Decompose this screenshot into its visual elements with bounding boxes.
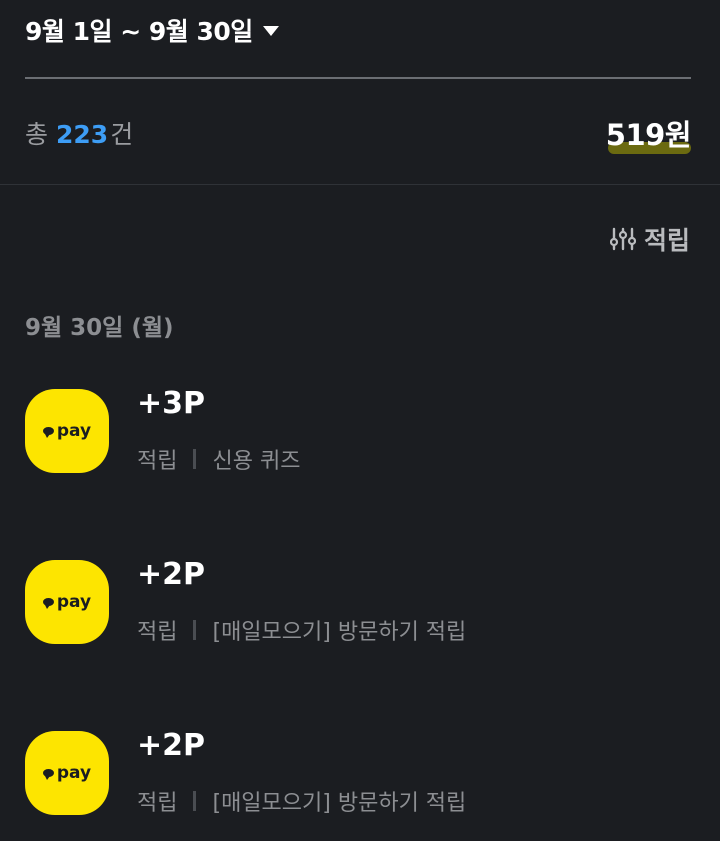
summary-row: 총 223 건 519원 — [25, 112, 692, 154]
total-amount: 519원 — [605, 118, 692, 152]
logo-text: pay — [56, 592, 92, 612]
transaction-amount: +2P — [137, 557, 205, 592]
caret-down-icon — [262, 26, 279, 36]
transaction-description: 신용 퀴즈 — [212, 449, 301, 474]
transaction-description: [매일모으기] 방문하기 적립 — [212, 791, 467, 816]
date-group-header: 9월 30일 (월) — [25, 315, 174, 341]
count-prefix: 총 — [25, 120, 49, 149]
sliders-icon — [609, 227, 636, 251]
transaction-description: [매일모으기] 방문하기 적립 — [212, 620, 467, 645]
date-range-underline — [25, 77, 691, 79]
transaction-meta: 적립 [매일모으기] 방문하기 적립 — [137, 785, 466, 817]
meta-separator — [193, 620, 197, 640]
logo-text: pay — [56, 763, 92, 783]
date-range-selector[interactable]: 9월 1일 ~ 9월 30일 — [25, 12, 279, 48]
section-divider — [0, 184, 720, 185]
count-number: 223 — [56, 120, 109, 149]
transaction-item[interactable]: pay +2P 적립 [매일모으기] 방문하기 적립 — [25, 728, 695, 841]
filter-label: 적립 — [643, 226, 690, 255]
kakaopay-logo: pay — [25, 389, 109, 473]
logo-text: pay — [56, 421, 92, 441]
transaction-count: 총 223 건 — [25, 115, 133, 151]
date-range-label: 9월 1일 ~ 9월 30일 — [25, 17, 253, 46]
total-amount-wrap: 519원 — [605, 112, 692, 154]
speech-bubble-icon — [42, 769, 54, 780]
meta-separator — [193, 449, 197, 469]
filter-button[interactable]: 적립 — [609, 221, 690, 257]
transaction-meta: 적립 신용 퀴즈 — [137, 443, 300, 475]
points-history-screen: 9월 1일 ~ 9월 30일 총 223 건 519원 적립 9월 30일 (월… — [0, 0, 720, 841]
transaction-type: 적립 — [137, 620, 178, 645]
transaction-type: 적립 — [137, 791, 178, 816]
transaction-amount: +2P — [137, 728, 205, 763]
transaction-amount: +3P — [137, 386, 205, 421]
kakaopay-logo: pay — [25, 731, 109, 815]
meta-separator — [193, 791, 197, 811]
kakaopay-logo: pay — [25, 560, 109, 644]
count-suffix: 건 — [110, 120, 134, 149]
transaction-item[interactable]: pay +2P 적립 [매일모으기] 방문하기 적립 — [25, 557, 695, 670]
speech-bubble-icon — [42, 427, 54, 438]
transaction-meta: 적립 [매일모으기] 방문하기 적립 — [137, 614, 466, 646]
transaction-type: 적립 — [137, 449, 178, 474]
transaction-item[interactable]: pay +3P 적립 신용 퀴즈 — [25, 386, 695, 499]
speech-bubble-icon — [42, 598, 54, 609]
